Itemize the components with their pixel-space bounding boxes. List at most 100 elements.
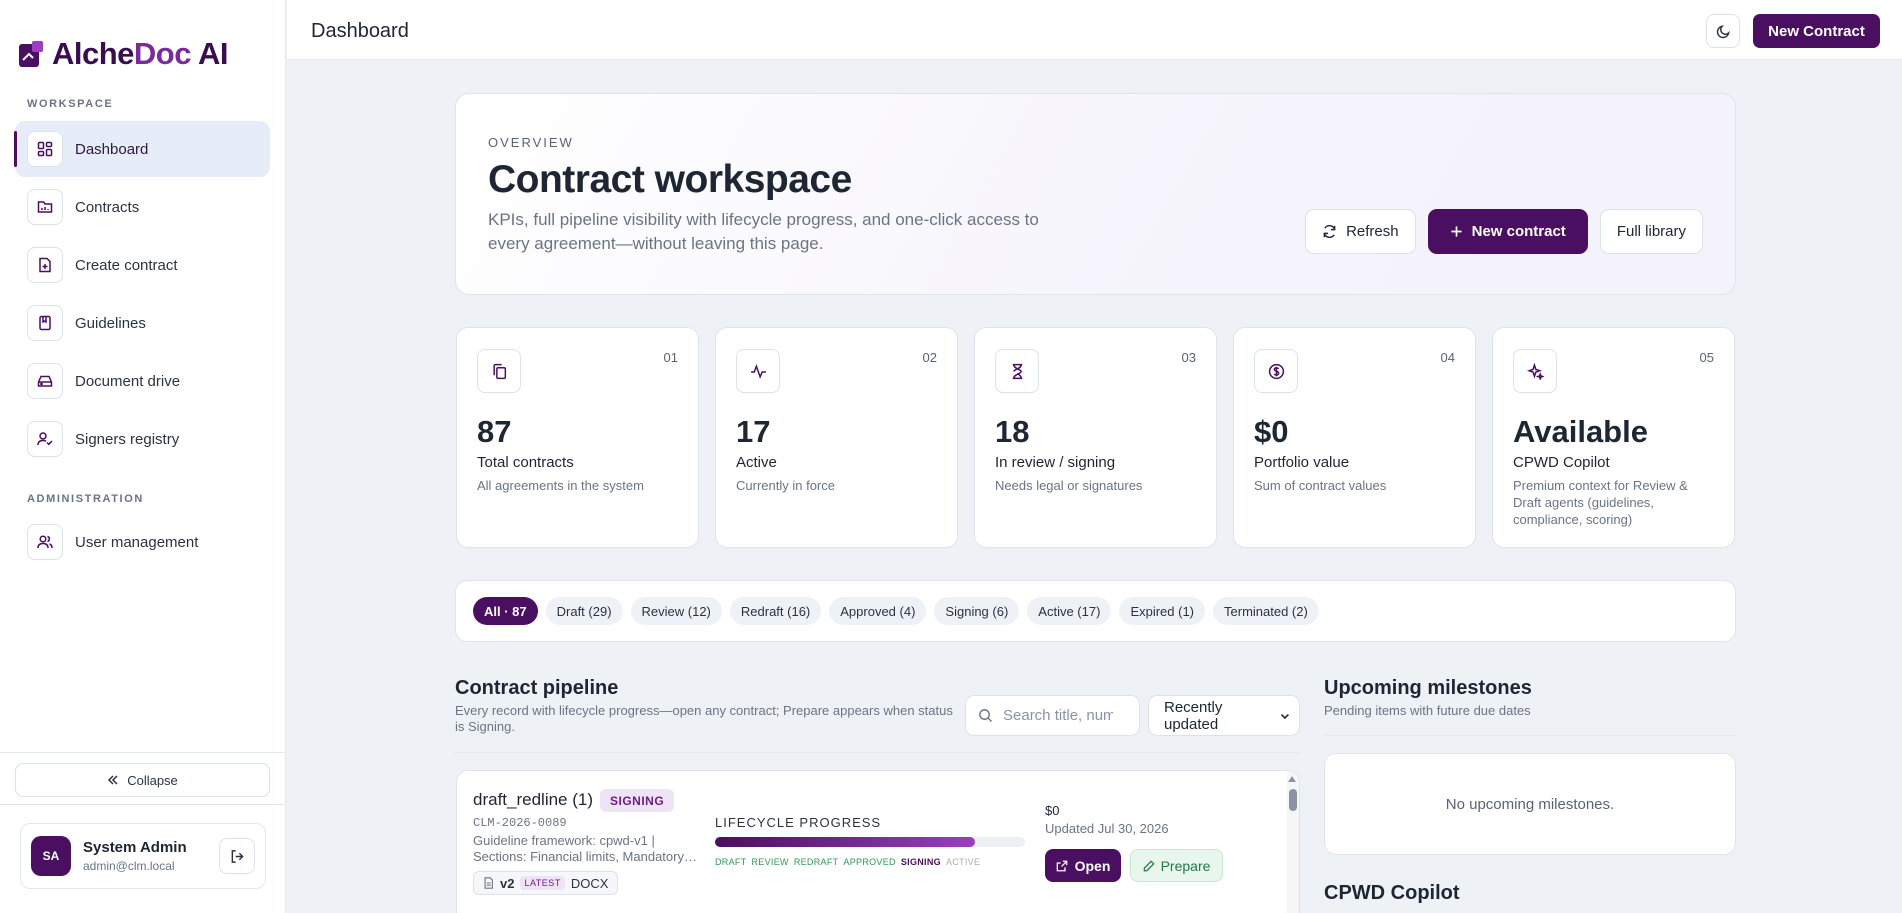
guideline-line: Sections: Financial limits, Mandatory cl… [473, 849, 698, 864]
sidebar-item-document-drive[interactable]: Document drive [15, 353, 270, 409]
full-library-label: Full library [1616, 223, 1686, 240]
user-card: SA System Admin admin@clm.local [20, 823, 266, 889]
kpi-card-review-signing: 03 18 In review / signing Needs legal or… [974, 327, 1217, 548]
app-logo[interactable]: AlcheDoc AI [18, 36, 228, 72]
kpi-value: 87 [477, 414, 512, 449]
avatar: SA [31, 836, 71, 876]
stage-review: REVIEW [751, 857, 789, 867]
sidebar-item-label: Document drive [75, 372, 181, 390]
pipeline-subtitle: Every record with lifecycle progress—ope… [455, 703, 953, 734]
users-icon [27, 524, 63, 560]
logout-button[interactable] [219, 838, 255, 874]
refresh-icon [1323, 224, 1336, 239]
new-contract-top-button[interactable]: New Contract [1753, 14, 1880, 48]
sidebar-item-contracts[interactable]: Contracts [15, 179, 270, 235]
filter-chip-redraft[interactable]: Redraft (16) [729, 597, 822, 625]
sidebar-item-user-management[interactable]: User management [15, 514, 270, 570]
dashboard-icon [27, 131, 63, 167]
latest-tag: LATEST [520, 876, 565, 890]
pipeline-divider [455, 752, 1300, 753]
sidebar-item-create-contract[interactable]: Create contract [15, 237, 270, 293]
stage-active: ACTIVE [945, 857, 981, 867]
prepare-button[interactable]: Prepare [1130, 849, 1223, 882]
kpi-card-copilot: 05 Available CPWD Copilot Premium contex… [1492, 327, 1735, 548]
full-library-button[interactable]: Full library [1599, 209, 1703, 254]
kpi-card-active: 02 17 Active Currently in force [715, 327, 958, 548]
contract-title[interactable]: draft_redline (1) [473, 790, 593, 810]
kpi-label: Total contracts [477, 454, 574, 471]
guideline-line: Guideline framework: cpwd-v1 | [473, 833, 655, 848]
version-badge: v2 LATEST DOCX [473, 871, 619, 895]
sidebar-item-dashboard[interactable]: Dashboard [14, 121, 270, 177]
kpi-description: Needs legal or signatures [995, 478, 1143, 493]
filter-chip-signing[interactable]: Signing (6) [934, 597, 1020, 625]
refresh-label: Refresh [1346, 223, 1399, 240]
collapse-label: Collapse [127, 772, 178, 788]
collapse-section: Collapse [0, 752, 286, 807]
sidebar-item-label: Guidelines [75, 314, 146, 332]
external-link-icon [1056, 860, 1067, 871]
sidebar-item-signers-registry[interactable]: Signers registry [15, 411, 270, 467]
kpi-label: Active [736, 454, 777, 471]
kpi-index: 05 [1699, 350, 1714, 365]
filter-chip-all[interactable]: All · 87 [473, 597, 538, 625]
sidebar-item-guidelines[interactable]: Guidelines [15, 295, 270, 351]
file-format: DOCX [570, 875, 609, 891]
pipeline-title: Contract pipeline [455, 677, 619, 699]
contract-number: CLM-2026-0089 [473, 816, 567, 830]
hero-eyebrow: OVERVIEW [488, 135, 574, 150]
logo-icon [19, 41, 43, 67]
filter-chip-expired[interactable]: Expired (1) [1119, 597, 1206, 625]
filter-chip-approved[interactable]: Approved (4) [829, 597, 927, 625]
workspace-section-label: WORKSPACE [27, 98, 114, 110]
refresh-button[interactable]: Refresh [1305, 209, 1416, 254]
dollar-icon [1254, 349, 1298, 393]
collapse-button[interactable]: Collapse [15, 763, 270, 797]
user-check-icon [27, 421, 63, 457]
logout-icon [231, 849, 244, 863]
kpi-index: 03 [1181, 350, 1196, 365]
filter-chip-terminated[interactable]: Terminated (2) [1213, 597, 1319, 625]
hero-actions: Refresh New contract Full library [1305, 209, 1703, 254]
administration-section-label: ADMINISTRATION [27, 493, 144, 505]
milestones-empty-state: No upcoming milestones. [1324, 753, 1736, 855]
scroll-up-arrow[interactable] [1288, 776, 1296, 782]
filter-chip-review[interactable]: Review (12) [630, 597, 722, 625]
contract-updated: Updated Jul 30, 2026 [1045, 821, 1169, 836]
overview-hero: OVERVIEW Contract workspace KPIs, full p… [455, 93, 1736, 295]
kpi-label: CPWD Copilot [1513, 454, 1610, 471]
kpi-value: 17 [736, 414, 771, 449]
milestones-title: Upcoming milestones [1324, 677, 1532, 699]
prepare-label: Prepare [1160, 857, 1211, 874]
copilot-title: CPWD Copilot [1324, 882, 1460, 904]
filter-chip-active[interactable]: Active (17) [1027, 597, 1112, 625]
search-input[interactable] [1003, 707, 1113, 724]
sidebar-item-label: Create contract [75, 256, 178, 274]
kpi-label: Portfolio value [1254, 454, 1350, 471]
stage-approved: APPROVED [843, 857, 896, 867]
search-icon [979, 709, 993, 723]
contract-row[interactable]: draft_redline (1) SIGNING CLM-2026-0089 … [456, 770, 1300, 913]
guideline-info: Guideline framework: cpwd-v1 | Sections:… [473, 833, 698, 865]
user-info: System Admin admin@clm.local [83, 839, 207, 873]
copy-icon [477, 349, 521, 393]
lifecycle-progress-bar [715, 837, 1025, 847]
scroll-thumb[interactable] [1289, 789, 1297, 811]
filter-chip-draft[interactable]: Draft (29) [545, 597, 623, 625]
sort-select[interactable]: Recently updated [1148, 695, 1300, 736]
sidebar: AlcheDoc AI WORKSPACE Dashboard Contract… [0, 0, 286, 913]
chevrons-left-icon [108, 775, 118, 785]
new-contract-label: New contract [1471, 223, 1566, 240]
contract-value: $0 [1045, 803, 1060, 818]
theme-toggle-button[interactable] [1706, 14, 1740, 48]
status-badge: SIGNING [600, 789, 675, 812]
pipeline-scrollbar[interactable] [1287, 771, 1299, 913]
kpi-description: All agreements in the system [477, 478, 644, 493]
pencil-icon [1143, 859, 1155, 871]
activity-icon [736, 349, 780, 393]
version-number: v2 [500, 875, 515, 891]
new-contract-button[interactable]: New contract [1427, 209, 1588, 254]
open-contract-button[interactable]: Open [1045, 849, 1121, 882]
file-icon [484, 877, 493, 889]
plus-icon [1451, 226, 1462, 237]
